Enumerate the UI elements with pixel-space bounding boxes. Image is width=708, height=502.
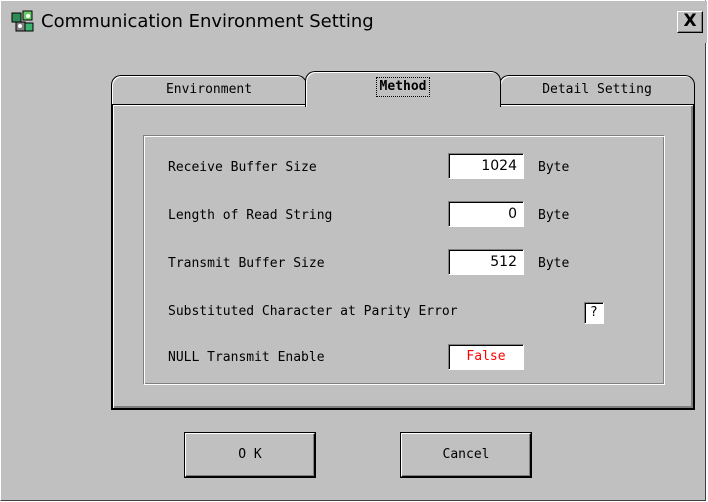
receive-buffer-label: Receive Buffer Size bbox=[168, 160, 317, 175]
tab-detail-setting[interactable]: Detail Setting bbox=[499, 75, 695, 105]
tab-environment-label: Environment bbox=[165, 82, 253, 97]
ok-button[interactable]: O K bbox=[185, 433, 315, 477]
tab-strip: Environment Method Detail Setting bbox=[111, 71, 695, 107]
receive-buffer-input[interactable]: 1024 bbox=[448, 153, 524, 179]
parity-char-input[interactable]: ? bbox=[584, 302, 604, 324]
close-icon: X bbox=[683, 11, 697, 31]
receive-buffer-unit: Byte bbox=[538, 160, 570, 175]
tab-detail-setting-label: Detail Setting bbox=[542, 82, 652, 97]
settings-group: Receive Buffer Size 1024 Byte Length of … bbox=[143, 135, 665, 385]
read-length-input[interactable]: 0 bbox=[448, 201, 524, 227]
method-tab-panel: Receive Buffer Size 1024 Byte Length of … bbox=[111, 104, 695, 410]
cancel-button[interactable]: Cancel bbox=[401, 433, 531, 477]
title-bar[interactable]: Communication Environment Setting X bbox=[1, 1, 707, 43]
app-gear-icon bbox=[11, 10, 35, 34]
close-button[interactable]: X bbox=[677, 11, 703, 33]
tab-environment[interactable]: Environment bbox=[111, 75, 307, 105]
tab-method-label: Method bbox=[375, 77, 431, 97]
read-length-label: Length of Read String bbox=[168, 208, 333, 223]
null-transmit-toggle[interactable]: False bbox=[448, 344, 524, 370]
transmit-buffer-unit: Byte bbox=[538, 256, 570, 271]
parity-char-label: Substituted Character at Parity Error bbox=[168, 304, 458, 319]
tab-method[interactable]: Method bbox=[305, 71, 501, 107]
dialog-window: Communication Environment Setting X Envi… bbox=[0, 0, 707, 501]
transmit-buffer-input[interactable]: 512 bbox=[448, 249, 524, 275]
window-title: Communication Environment Setting bbox=[41, 11, 374, 32]
transmit-buffer-label: Transmit Buffer Size bbox=[168, 256, 325, 271]
null-transmit-label: NULL Transmit Enable bbox=[168, 350, 325, 365]
read-length-unit: Byte bbox=[538, 208, 570, 223]
